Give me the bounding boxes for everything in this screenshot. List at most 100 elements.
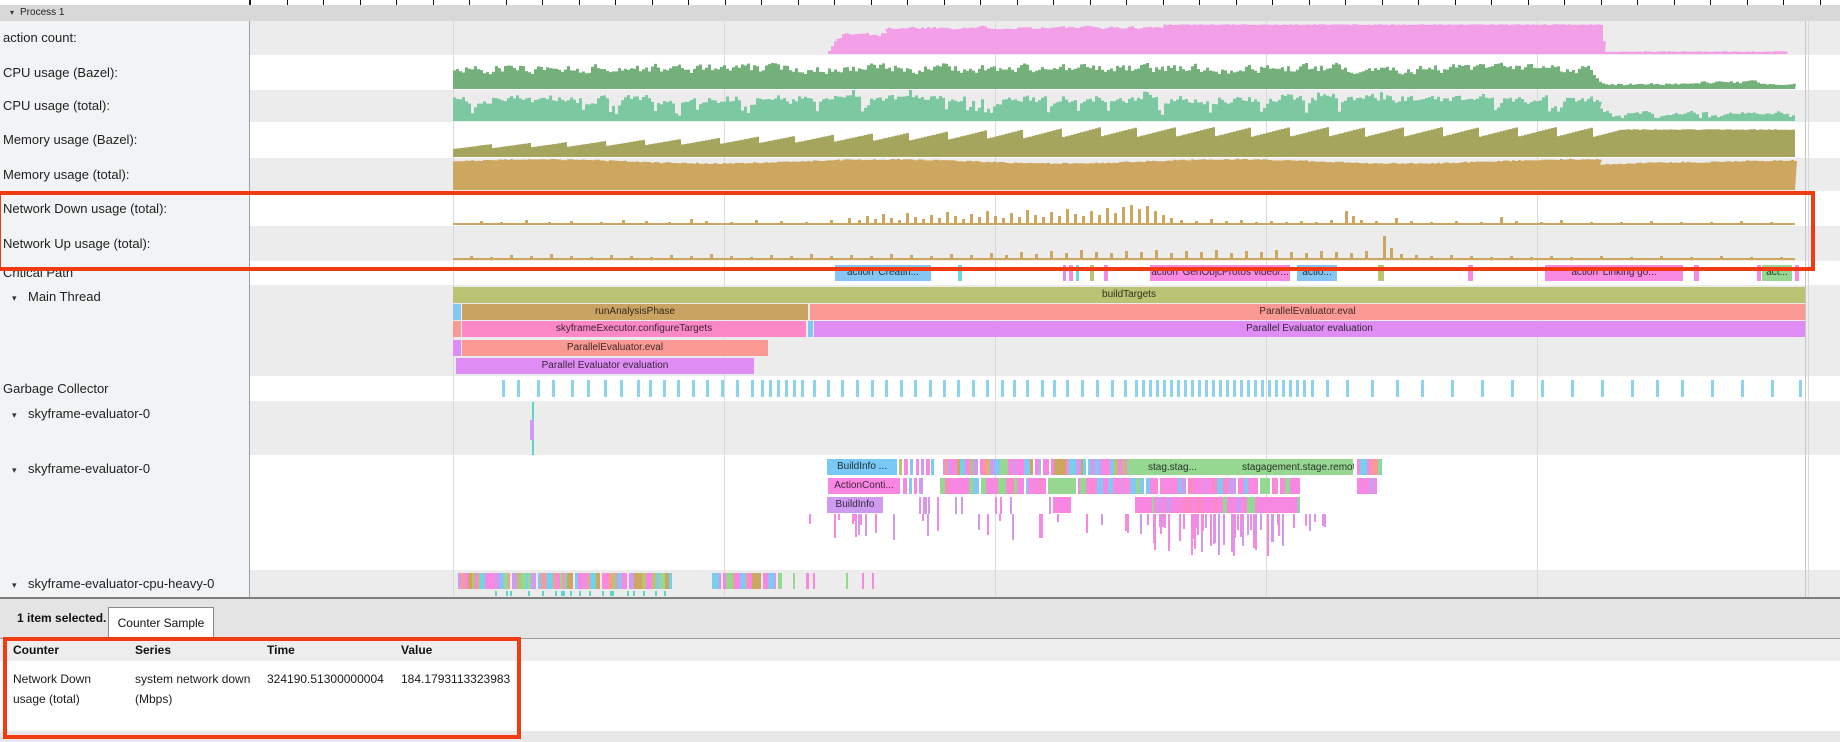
hanging-slice[interactable]	[1260, 514, 1262, 530]
hanging-slice[interactable]	[1282, 514, 1284, 546]
hanging-slice[interactable]	[838, 514, 840, 520]
gc-tick[interactable]	[587, 380, 590, 397]
hanging-slice[interactable]	[1213, 514, 1215, 544]
critical-path-slice[interactable]	[1757, 265, 1761, 281]
trace-slice[interactable]	[1010, 497, 1012, 514]
hanging-slice[interactable]	[1197, 514, 1199, 535]
hanging-slice[interactable]	[1205, 514, 1207, 528]
gc-tick[interactable]	[721, 380, 724, 397]
sidebar-track-label[interactable]: Memory usage (total):	[0, 163, 248, 187]
gc-tick[interactable]	[1541, 380, 1544, 397]
sidebar-track-label[interactable]: action count:	[0, 26, 248, 50]
trace-slice[interactable]	[1374, 478, 1377, 494]
hanging-slice[interactable]	[852, 514, 854, 524]
gc-tick[interactable]	[1268, 380, 1271, 397]
gc-tick[interactable]	[1177, 380, 1180, 397]
gc-tick[interactable]	[1601, 380, 1604, 397]
trace-slice[interactable]	[508, 573, 510, 589]
critical-path-slice[interactable]	[1076, 265, 1079, 281]
hanging-slice[interactable]	[1164, 514, 1166, 528]
trace-slice[interactable]	[925, 497, 927, 514]
hanging-slice[interactable]	[1247, 514, 1249, 535]
gc-tick[interactable]	[841, 380, 844, 397]
gc-tick[interactable]	[1111, 380, 1114, 397]
gc-tick[interactable]	[1081, 380, 1084, 397]
evaluator-mark-violet[interactable]	[530, 420, 534, 440]
gc-tick[interactable]	[1303, 380, 1306, 397]
tab-counter-sample[interactable]: Counter Sample (1)	[108, 607, 214, 639]
main-thread-slice[interactable]: ParallelEvaluator.eval	[462, 340, 768, 356]
gc-tick[interactable]	[736, 380, 739, 397]
gc-tick[interactable]	[1799, 380, 1802, 397]
gc-tick[interactable]	[1741, 380, 1744, 397]
hanging-slice[interactable]	[1159, 514, 1161, 527]
gc-tick[interactable]	[552, 380, 555, 397]
gc-tick[interactable]	[649, 380, 652, 397]
main-thread-slice[interactable]: buildTargets	[453, 287, 1805, 303]
collapse-arrow-icon[interactable]: ▾	[10, 5, 14, 21]
trace-slice[interactable]	[909, 478, 912, 494]
gc-tick[interactable]	[1041, 380, 1044, 397]
critical-path-slice[interactable]	[1069, 265, 1073, 281]
trace-subtick[interactable]	[570, 591, 572, 596]
trace-slice[interactable]	[806, 573, 809, 589]
collapse-arrow-icon[interactable]: ▾	[12, 286, 28, 310]
hanging-slice[interactable]	[987, 514, 989, 535]
trace-slice[interactable]	[1156, 478, 1158, 494]
hanging-slice[interactable]	[1255, 514, 1257, 539]
gc-tick[interactable]	[1346, 380, 1349, 397]
trace-slice[interactable]	[955, 497, 957, 514]
gc-tick[interactable]	[692, 380, 695, 397]
trace-slice[interactable]	[1053, 497, 1071, 513]
gc-tick[interactable]	[1371, 380, 1374, 397]
trace-slice[interactable]	[961, 497, 963, 514]
gc-tick[interactable]	[663, 380, 666, 397]
sidebar-track-label[interactable]: ▾skyframe-evaluator-0	[0, 457, 248, 482]
gc-tick[interactable]	[813, 380, 816, 397]
main-thread-slice[interactable]	[453, 304, 461, 320]
trace-subtick[interactable]	[495, 591, 497, 596]
trace-slice[interactable]	[928, 497, 930, 514]
counter-chart-memory-usage-bazel-[interactable]	[0, 122, 1840, 158]
gc-tick[interactable]	[1053, 380, 1056, 397]
main-thread-slice[interactable]: Parallel Evaluator evaluation	[456, 358, 754, 374]
gc-tick[interactable]	[502, 380, 505, 397]
gc-tick[interactable]	[1451, 380, 1454, 397]
trace-slice[interactable]	[755, 573, 761, 589]
gc-tick[interactable]	[1066, 380, 1069, 397]
trace-subtick[interactable]	[555, 591, 557, 596]
gc-tick[interactable]	[1261, 380, 1264, 397]
main-thread-slice[interactable]: skyframeExecutor.configureTargets	[462, 321, 806, 337]
process-header[interactable]: ▾Process 1	[0, 5, 1840, 22]
hanging-slice[interactable]	[1322, 514, 1324, 526]
hanging-slice[interactable]	[1234, 514, 1236, 538]
gc-tick[interactable]	[1311, 380, 1314, 397]
counter-chart-cpu-usage-bazel-[interactable]	[0, 55, 1840, 90]
trace-slice[interactable]	[1253, 478, 1258, 494]
hanging-slice[interactable]	[937, 514, 939, 531]
gc-tick[interactable]	[1571, 380, 1574, 397]
hanging-slice[interactable]	[978, 514, 980, 530]
gc-tick[interactable]	[1254, 380, 1257, 397]
trace-subtick[interactable]	[602, 591, 604, 596]
counter-chart-memory-usage-total-[interactable]	[0, 158, 1840, 191]
gc-tick[interactable]	[1282, 380, 1285, 397]
trace-subtick[interactable]	[633, 591, 635, 596]
gc-tick[interactable]	[1681, 380, 1684, 397]
trace-slice[interactable]	[846, 573, 848, 589]
gc-tick[interactable]	[957, 380, 960, 397]
hanging-slice[interactable]	[1201, 514, 1203, 533]
gc-tick[interactable]	[1191, 380, 1194, 397]
evaluator-slice[interactable]: BuildInfo ...	[827, 459, 897, 475]
trace-slice[interactable]	[862, 573, 864, 589]
hanging-slice[interactable]	[1231, 514, 1233, 552]
gc-tick[interactable]	[769, 380, 772, 397]
trace-slice[interactable]	[531, 573, 536, 589]
gc-tick[interactable]	[761, 380, 764, 397]
critical-path-slice[interactable]	[1104, 265, 1108, 281]
hanging-slice[interactable]	[1127, 514, 1129, 533]
hanging-slice[interactable]	[1272, 514, 1274, 542]
gc-tick[interactable]	[1511, 380, 1514, 397]
gc-tick[interactable]	[1247, 380, 1250, 397]
main-thread-slice[interactable]	[808, 321, 813, 337]
